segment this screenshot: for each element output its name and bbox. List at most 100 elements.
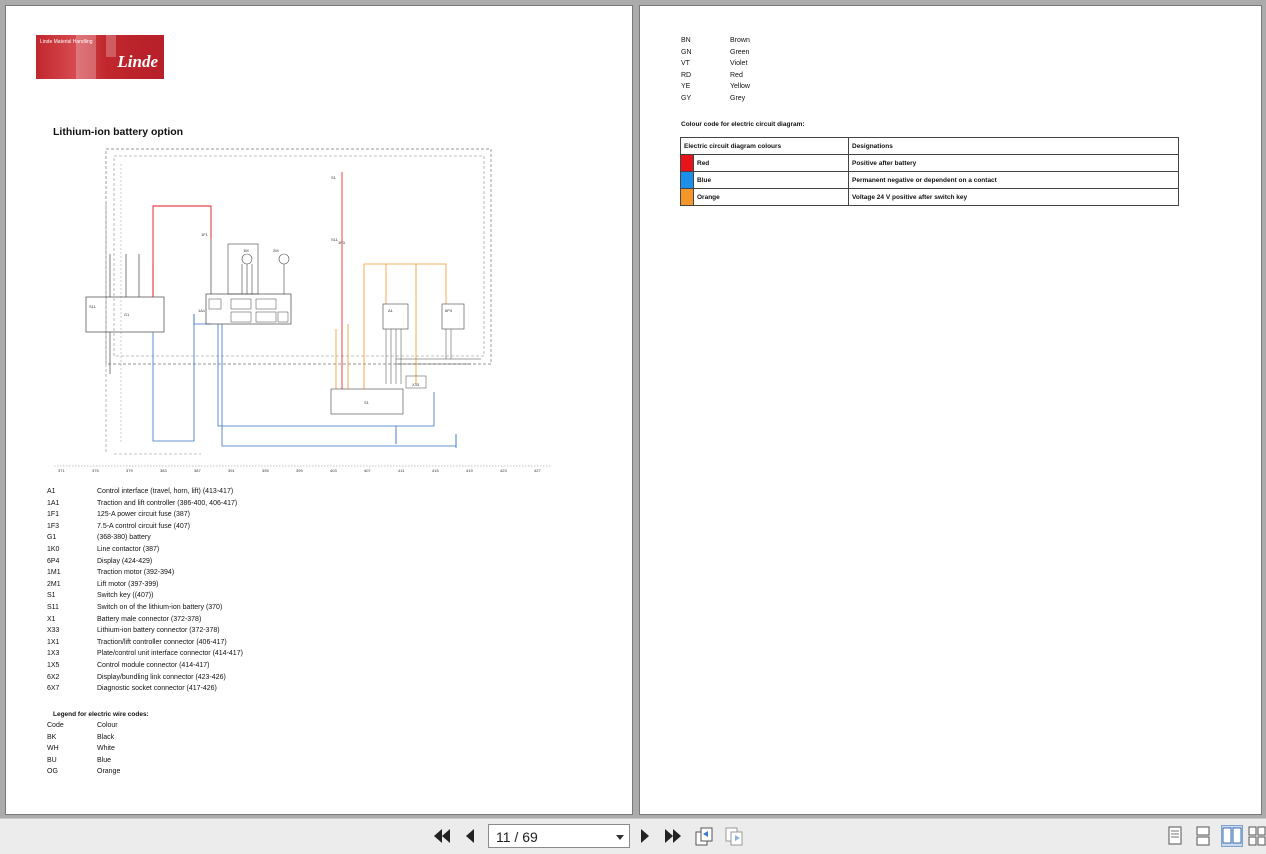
logo-subtext: Linde Material Handling <box>40 39 93 45</box>
component-description: Control interface (travel, horn, lift) (… <box>97 488 234 495</box>
legend-code: WH <box>47 745 59 753</box>
wire-colour-code: VT <box>681 60 690 68</box>
component-code: A1 <box>47 488 56 495</box>
legend-header-colour: Colour <box>97 722 118 729</box>
single-page-view-button[interactable] <box>1164 825 1186 847</box>
legend-colour: Black <box>97 733 115 741</box>
colour-name: Red <box>693 154 849 172</box>
legend-code: BU <box>47 756 57 764</box>
component-description: Lithium-ion battery connector (372-378) <box>97 627 220 635</box>
two-page-icon <box>1222 827 1242 844</box>
page-title: Lithium-ion battery option <box>53 126 184 138</box>
m2-label: 2M <box>273 248 279 253</box>
colour-swatch <box>680 154 694 172</box>
next-page-button[interactable] <box>634 825 656 847</box>
ruler-mark: 423 <box>500 468 507 473</box>
page-history-icon <box>695 827 713 846</box>
p6-label: 6P4 <box>445 308 453 313</box>
colour-designation: Positive after battery <box>848 154 1179 172</box>
ruler-mark: 411 <box>398 468 405 473</box>
legend-colour: Orange <box>97 768 121 776</box>
ruler-mark: 391 <box>228 468 235 473</box>
f1-label: 1F1 <box>201 232 209 237</box>
last-page-button[interactable] <box>662 825 684 847</box>
component-description: Line contactor (387) <box>97 545 160 553</box>
ruler-mark: 375 <box>92 468 99 473</box>
legend-title: Legend for electric wire codes: <box>53 711 149 718</box>
ruler-mark: 415 <box>432 468 439 473</box>
colour-swatch <box>680 171 694 189</box>
previous-page-icon <box>466 829 474 843</box>
component-code: S1 <box>47 592 56 600</box>
component-description: Plate/control unit interface connector (… <box>97 650 243 658</box>
g1-label: G1 <box>124 312 130 317</box>
wire-colour-name: Violet <box>730 60 748 68</box>
m1-label: 1M <box>243 248 249 253</box>
wire-colour-code: RD <box>681 71 692 79</box>
ruler-mark: 383 <box>160 468 167 473</box>
ruler-mark: 403 <box>330 468 337 473</box>
s1-label: S1 <box>331 175 337 180</box>
a1-label: A1 <box>388 308 394 313</box>
ruler-mark: 407 <box>364 468 371 473</box>
single-page-icon <box>1168 826 1182 845</box>
two-page-continuous-icon <box>1248 826 1266 846</box>
component-code: 1X5 <box>47 661 60 669</box>
wire-colour-name: Green <box>730 48 750 56</box>
component-description: Lift motor (397-399) <box>97 580 159 588</box>
component-code: 1F1 <box>47 511 60 519</box>
page-selector[interactable]: 11 / 69 <box>488 824 630 848</box>
colour-table-header: Electric circuit diagram colours Designa… <box>680 137 1179 155</box>
legend-colour: Blue <box>97 756 112 764</box>
component-code: 1A1 <box>47 499 60 507</box>
linde-logo: Linde Material Handling Linde <box>36 35 164 79</box>
component-code: 1F3 <box>47 522 60 530</box>
first-page-icon <box>434 829 450 843</box>
component-description: Traction motor (392-394) <box>97 569 175 577</box>
colour-name: Orange <box>693 188 849 206</box>
legend-code: OG <box>47 768 58 776</box>
a1-top-label: 1A1 <box>198 308 206 313</box>
component-description: Switch on of the lithium-ion battery (37… <box>97 603 223 611</box>
component-description: Traction/lift controller connector (406-… <box>97 638 227 646</box>
component-code: S11 <box>47 603 59 611</box>
page-forward-history-button[interactable] <box>693 825 715 847</box>
s1b-label: S1 <box>364 400 370 405</box>
legend-colour: White <box>97 745 115 753</box>
component-description: 7.5-A control circuit fuse (407) <box>97 522 190 530</box>
colour-table-row: Orange Voltage 24 V positive after switch… <box>680 188 1179 206</box>
continuous-view-button[interactable] <box>1192 825 1214 847</box>
previous-page-button[interactable] <box>459 825 481 847</box>
page-history-back-icon <box>725 827 743 846</box>
ruler-mark: 395 <box>262 468 269 473</box>
ruler-mark: 371 <box>58 468 65 473</box>
ruler-mark: 419 <box>466 468 473 473</box>
next-page-icon <box>641 829 649 843</box>
logo-brand: Linde <box>117 52 158 71</box>
last-page-icon <box>665 829 681 843</box>
component-code: 2M1 <box>47 580 61 588</box>
wire-colour-code: GY <box>681 94 692 102</box>
component-code: 6X7 <box>47 685 60 693</box>
component-code: 6P4 <box>47 557 60 565</box>
first-page-button[interactable] <box>431 825 453 847</box>
component-code: 1X1 <box>47 638 60 646</box>
dropdown-arrow-icon <box>616 835 624 840</box>
two-page-continuous-view-button[interactable] <box>1246 825 1266 847</box>
component-code: G1 <box>47 534 57 542</box>
component-description: Control module connector (414-417) <box>97 661 210 669</box>
component-description: Traction and lift controller (386-400, 4… <box>97 499 238 507</box>
wire-colour-name: Red <box>730 71 743 79</box>
colour-code-title: Colour code for electric circuit diagram… <box>681 121 805 128</box>
x33-label: X33 <box>412 382 420 387</box>
page-back-history-button[interactable] <box>723 825 745 847</box>
wire-colour-name: Yellow <box>730 83 750 91</box>
wire-colour-name: Grey <box>730 94 746 102</box>
header-colours: Electric circuit diagram colours <box>680 137 849 155</box>
circuit-diagram: G1 S11 1A1 1M 2M 1F1 S1 S11 A1 6P4 S1 X3… <box>54 148 551 473</box>
two-page-view-button[interactable] <box>1221 825 1243 847</box>
component-description: Battery male connector (372-378) <box>97 615 202 623</box>
ruler-mark: 387 <box>194 468 201 473</box>
component-code: X1 <box>47 615 56 623</box>
colour-table-row: Red Positive after battery <box>680 154 1179 172</box>
